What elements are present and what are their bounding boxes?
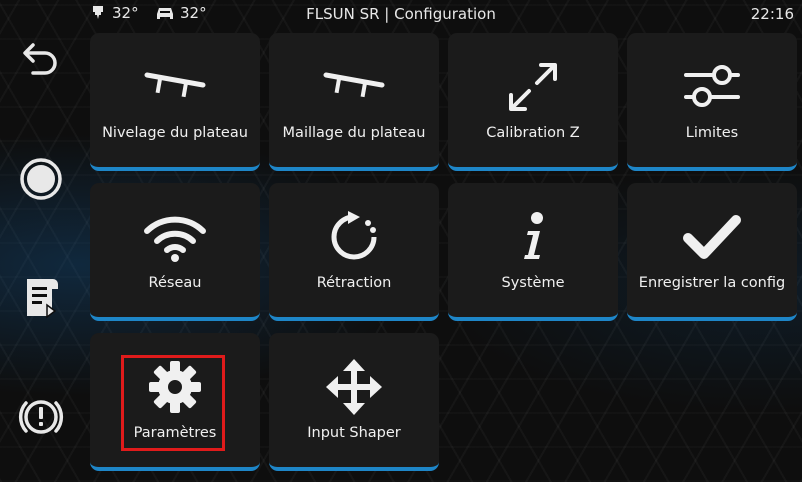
move-arrows-icon [326, 359, 382, 415]
tile-label: Input Shaper [307, 425, 401, 441]
tile-z-calibration[interactable]: Calibration Z [448, 33, 618, 171]
checkmark-icon [683, 215, 741, 259]
tile-label: Enregistrer la config [638, 275, 786, 291]
tile-label: Nivelage du plateau [102, 125, 248, 141]
tile-label: Limites [685, 125, 739, 141]
sliders-icon [684, 65, 740, 107]
wifi-icon [144, 216, 206, 262]
info-icon [524, 212, 543, 259]
print-files-button[interactable] [12, 268, 70, 326]
tile-label: Système [501, 275, 565, 291]
tile-network[interactable]: Réseau [90, 183, 260, 321]
tile-system[interactable]: Système [448, 183, 618, 321]
clock: 22:16 [750, 5, 794, 23]
status-bar: 32° 32° FLSUN SR | Configuration 22:16 [0, 0, 802, 28]
bed-level-icon [144, 72, 206, 98]
tile-label: Calibration Z [486, 125, 580, 141]
tile-bed-leveling[interactable]: Nivelage du plateau [90, 33, 260, 171]
tile-label: Rétraction [316, 275, 392, 291]
home-button[interactable] [12, 150, 70, 208]
tile-retraction[interactable]: Rétraction [269, 183, 439, 321]
retraction-icon [331, 211, 377, 260]
back-button[interactable] [12, 30, 70, 88]
back-arrow-icon [23, 43, 57, 75]
tile-label: Maillage du plateau [282, 125, 426, 141]
expand-arrows-icon [509, 63, 557, 111]
tile-label: Réseau [148, 275, 202, 291]
page-title: FLSUN SR | Configuration [306, 5, 496, 23]
bed-mesh-icon [323, 72, 385, 98]
highlight-box [121, 355, 225, 451]
tile-input-shaper[interactable]: Input Shaper [269, 333, 439, 471]
circle-icon [20, 158, 62, 200]
scroll-icon [27, 279, 58, 319]
emergency-stop-icon [18, 400, 64, 434]
emergency-stop-button[interactable] [12, 388, 70, 446]
tile-save-config[interactable]: Enregistrer la config [627, 183, 797, 321]
tile-bed-mesh[interactable]: Maillage du plateau [269, 33, 439, 171]
tile-limits[interactable]: Limites [627, 33, 797, 171]
